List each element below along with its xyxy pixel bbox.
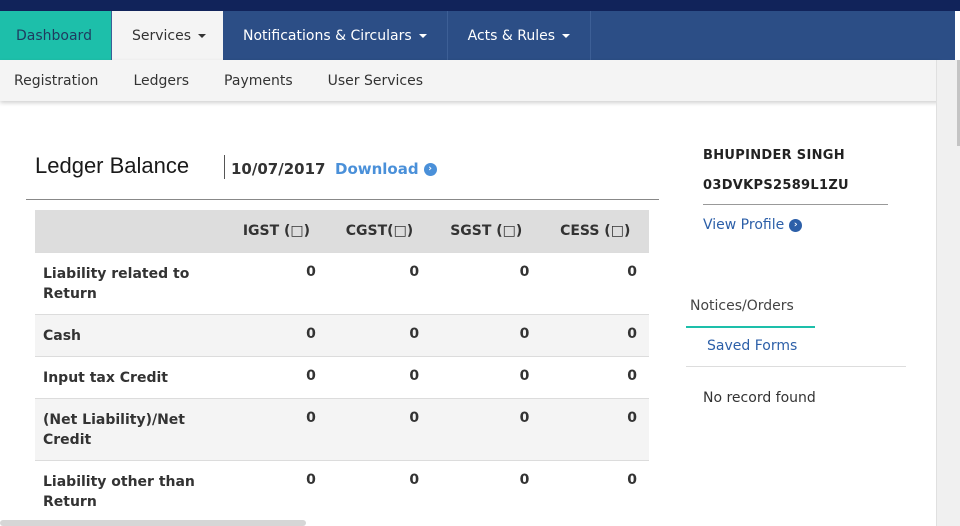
sgst-value: 0 [431,397,542,460]
igst-value: 0 [225,459,328,522]
table-row: Liability other than Return 0 0 0 0 [35,459,649,522]
submenu-item-payments[interactable]: Payments [210,73,307,89]
cess-value: 0 [541,355,649,398]
empty-state-message: No record found [703,390,816,406]
nav-item-services[interactable]: Services [112,11,223,60]
nav-item-dashboard[interactable]: Dashboard [0,11,112,60]
ledger-divider [26,199,659,200]
cgst-value: 0 [327,313,432,356]
table-row: Cash 0 0 0 0 [35,313,649,356]
row-label: Liability other than Return [35,459,225,522]
tabs-divider [686,366,906,367]
nav-item-acts-rules[interactable]: Acts & Rules [448,11,592,60]
main-navbar: Dashboard Services Notifications & Circu… [0,11,955,60]
cgst-value: 0 [327,397,432,460]
table-row: Liability related to Return 0 0 0 0 [35,251,649,314]
row-label: Liability related to Return [35,251,225,314]
row-label: (Net Liability)/Net Credit [35,397,225,460]
sgst-value: 0 [431,355,542,398]
ledger-date: 10/07/2017 [231,160,326,178]
cess-value: 0 [541,459,649,522]
chevron-down-icon [418,33,427,38]
cgst-value: 0 [327,459,432,522]
column-header-cess: CESS (□) [541,210,649,252]
services-submenu: Registration Ledgers Payments User Servi… [0,60,940,101]
title-divider [224,155,225,179]
igst-value: 0 [225,313,328,356]
tab-saved-forms[interactable]: Saved Forms [707,338,797,354]
cgst-value: 0 [327,355,432,398]
column-header-igst: IGST (□) [225,210,328,252]
top-strip [0,0,960,11]
chevron-right-circle-icon: › [423,162,437,176]
nav-item-notifications[interactable]: Notifications & Circulars [223,11,448,60]
view-profile-link[interactable]: View Profile › [703,217,803,233]
cess-value: 0 [541,313,649,356]
nav-item-label: Services [132,27,192,44]
chevron-right-circle-icon: › [789,218,803,232]
table-header-row: IGST (□) CGST(□) SGST (□) CESS (□) [35,210,649,252]
row-label: Cash [35,313,225,356]
column-header-sgst: SGST (□) [431,210,542,252]
ledger-table: IGST (□) CGST(□) SGST (□) CESS (□) Liabi… [35,210,649,522]
nav-item-label: Dashboard [16,27,92,44]
sgst-value: 0 [431,251,542,314]
tab-notices-orders[interactable]: Notices/Orders [686,298,815,328]
user-gstin: 03DVKPS2589L1ZU [703,178,849,193]
horizontal-scrollbar-thumb[interactable] [0,520,306,526]
download-link[interactable]: Download › [335,160,437,178]
download-label: Download [335,160,419,178]
cess-value: 0 [541,397,649,460]
profile-divider [703,204,888,205]
column-header-cgst: CGST(□) [327,210,432,252]
cgst-value: 0 [327,251,432,314]
ledger-balance-title: Ledger Balance [35,153,190,178]
cess-value: 0 [541,251,649,314]
submenu-item-user-services[interactable]: User Services [314,73,437,89]
igst-value: 0 [225,397,328,460]
row-label: Input tax Credit [35,355,225,398]
view-profile-label: View Profile [703,217,785,233]
igst-value: 0 [225,355,328,398]
igst-value: 0 [225,251,328,314]
table-row: Input tax Credit 0 0 0 0 [35,355,649,398]
nav-item-label: Notifications & Circulars [243,27,412,44]
chevron-down-icon [562,33,571,38]
table-row: (Net Liability)/Net Credit 0 0 0 0 [35,397,649,460]
chevron-down-icon [198,33,207,38]
submenu-item-registration[interactable]: Registration [0,73,112,89]
submenu-item-ledgers[interactable]: Ledgers [119,73,203,89]
column-header [35,210,225,252]
sgst-value: 0 [431,313,542,356]
user-name: BHUPINDER SINGH [703,148,845,163]
sgst-value: 0 [431,459,542,522]
nav-item-label: Acts & Rules [467,27,556,44]
page: Dashboard Services Notifications & Circu… [0,0,960,526]
